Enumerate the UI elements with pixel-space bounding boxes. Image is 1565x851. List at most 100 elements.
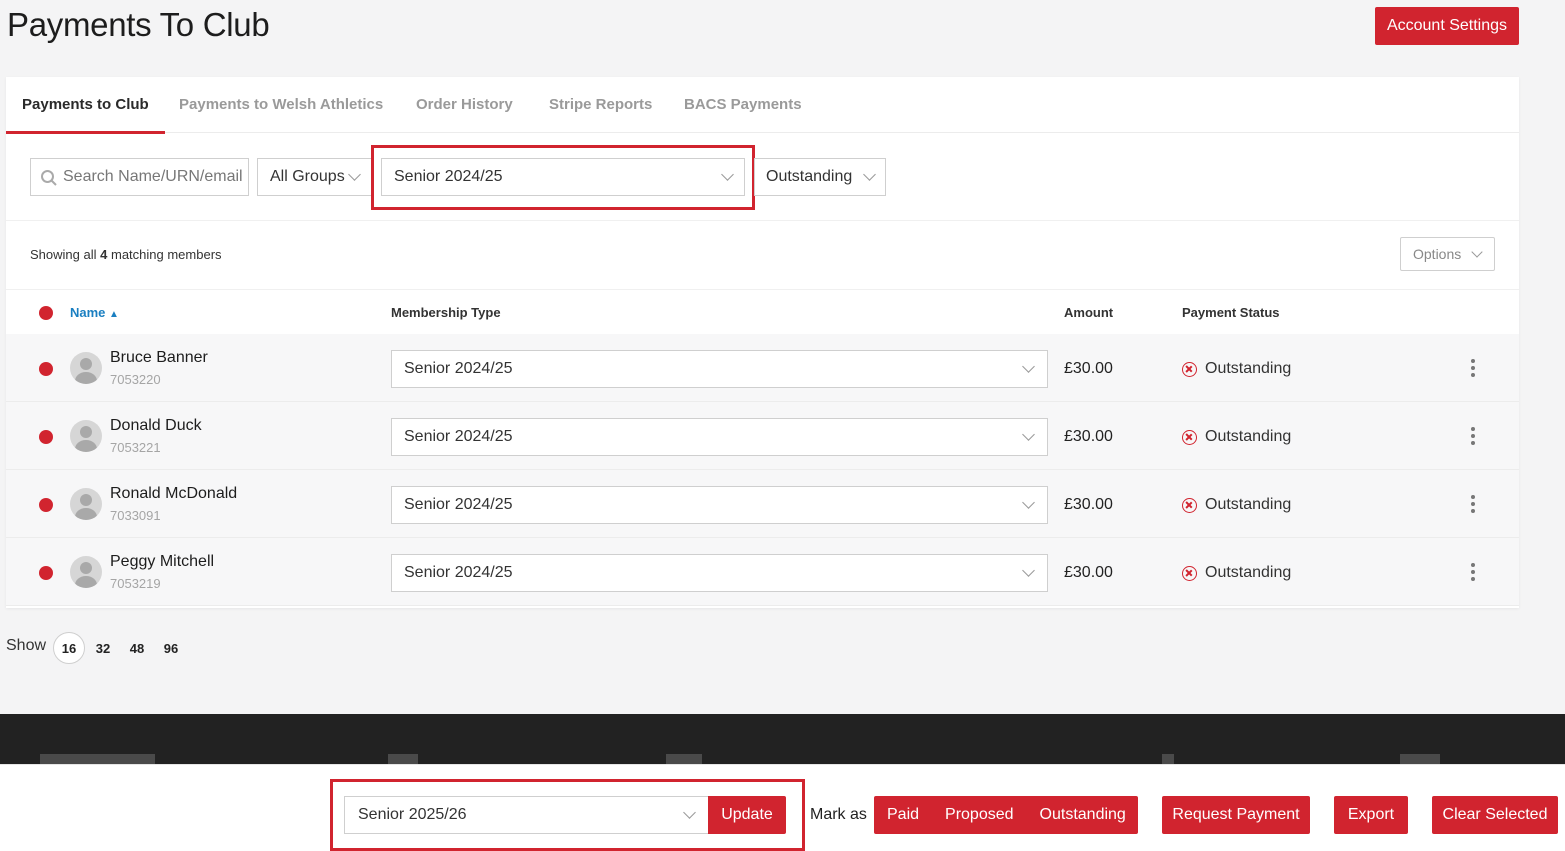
mark-paid-button[interactable]: Paid xyxy=(874,796,932,834)
outstanding-icon xyxy=(1182,429,1197,445)
status-select[interactable]: Outstanding xyxy=(754,158,886,196)
payment-status: Outstanding xyxy=(1182,564,1291,582)
chevron-down-icon xyxy=(1022,564,1035,577)
chevron-down-icon xyxy=(1022,360,1035,373)
payment-status: Outstanding xyxy=(1182,496,1291,514)
chevron-down-icon xyxy=(1022,428,1035,441)
payment-status-label: Outstanding xyxy=(1205,564,1292,581)
results-count: 4 xyxy=(100,247,108,262)
chevron-down-icon xyxy=(1471,246,1483,258)
groups-select[interactable]: All Groups xyxy=(257,158,372,196)
payment-status-label: Outstanding xyxy=(1205,496,1292,513)
results-summary: Showing all 4 matching members xyxy=(30,247,222,262)
filter-bar: Search Name/URN/email All Groups Senior … xyxy=(6,134,1519,221)
row-menu-icon[interactable] xyxy=(1469,563,1477,581)
mark-proposed-button[interactable]: Proposed xyxy=(932,796,1027,834)
member-urn: 7053220 xyxy=(110,372,161,387)
search-placeholder: Search Name/URN/email xyxy=(63,168,243,185)
table-row: Ronald McDonald 7033091 Senior 2024/25 £… xyxy=(6,470,1519,538)
clear-selected-button[interactable]: Clear Selected xyxy=(1432,796,1558,834)
search-input[interactable]: Search Name/URN/email xyxy=(30,158,249,196)
membership-type-column-header: Membership Type xyxy=(391,305,501,320)
options-button[interactable]: Options xyxy=(1400,237,1495,271)
row-select-indicator[interactable] xyxy=(39,498,53,512)
table-row: Peggy Mitchell 7053219 Senior 2024/25 £3… xyxy=(6,538,1519,606)
member-name[interactable]: Ronald McDonald xyxy=(110,485,237,503)
chevron-down-icon xyxy=(348,168,361,181)
chevron-down-icon xyxy=(683,806,696,819)
tab-bacs-payments[interactable]: BACS Payments xyxy=(684,77,802,133)
payment-status-column-header: Payment Status xyxy=(1182,305,1280,320)
status-select-value: Outstanding xyxy=(766,168,853,185)
chevron-down-icon xyxy=(1022,496,1035,509)
name-column-label: Name xyxy=(70,305,106,320)
row-menu-icon[interactable] xyxy=(1469,495,1477,513)
member-urn: 7033091 xyxy=(110,508,161,523)
page-size-option-16[interactable]: 16 xyxy=(53,632,85,664)
membership-type-value: Senior 2024/25 xyxy=(404,496,513,513)
bulk-membership-value: Senior 2025/26 xyxy=(358,806,467,823)
page-size-option-48[interactable]: 48 xyxy=(121,632,153,664)
update-button[interactable]: Update xyxy=(708,796,786,834)
account-settings-button[interactable]: Account Settings xyxy=(1375,7,1519,45)
member-urn: 7053221 xyxy=(110,440,161,455)
chevron-down-icon xyxy=(721,168,734,181)
avatar xyxy=(70,488,102,520)
row-select-indicator[interactable] xyxy=(39,566,53,580)
tab-payments-to-welsh-athletics[interactable]: Payments to Welsh Athletics xyxy=(179,77,383,133)
table-row: Bruce Banner 7053220 Senior 2024/25 £30.… xyxy=(6,334,1519,402)
member-name[interactable]: Peggy Mitchell xyxy=(110,553,214,571)
mark-as-label: Mark as xyxy=(810,806,867,823)
row-menu-icon[interactable] xyxy=(1469,359,1477,377)
outstanding-icon xyxy=(1182,361,1197,377)
outstanding-icon xyxy=(1182,497,1197,513)
tab-order-history[interactable]: Order History xyxy=(416,77,513,133)
row-select-indicator[interactable] xyxy=(39,430,53,444)
payments-card: Payments to Club Payments to Welsh Athle… xyxy=(6,77,1519,608)
bulk-membership-select[interactable]: Senior 2025/26 xyxy=(344,796,709,834)
amount: £30.00 xyxy=(1064,428,1113,445)
outstanding-icon xyxy=(1182,565,1197,581)
page-size-option-96[interactable]: 96 xyxy=(155,632,187,664)
tab-bar: Payments to Club Payments to Welsh Athle… xyxy=(6,77,1519,134)
table-header: Name ▲ Membership Type Amount Payment St… xyxy=(6,289,1519,334)
member-name[interactable]: Donald Duck xyxy=(110,417,202,435)
row-select-indicator[interactable] xyxy=(39,362,53,376)
amount: £30.00 xyxy=(1064,360,1113,377)
mark-outstanding-button[interactable]: Outstanding xyxy=(1027,796,1139,834)
member-urn: 7053219 xyxy=(110,576,161,591)
page-title: Payments To Club xyxy=(7,6,270,43)
payment-status-label: Outstanding xyxy=(1205,428,1292,445)
results-summary-suffix: matching members xyxy=(110,247,222,262)
member-name[interactable]: Bruce Banner xyxy=(110,349,208,367)
search-icon xyxy=(41,170,57,186)
request-payment-button[interactable]: Request Payment xyxy=(1162,796,1310,834)
select-all-indicator[interactable] xyxy=(39,306,53,320)
sort-ascending-icon: ▲ xyxy=(109,309,119,320)
membership-type-select[interactable]: Senior 2024/25 xyxy=(391,486,1048,524)
tab-payments-to-club[interactable]: Payments to Club xyxy=(6,77,165,134)
table-row: Donald Duck 7053221 Senior 2024/25 £30.0… xyxy=(6,402,1519,470)
chevron-down-icon xyxy=(863,168,876,181)
season-select[interactable]: Senior 2024/25 xyxy=(381,158,745,196)
groups-select-value: All Groups xyxy=(270,168,345,185)
membership-type-select[interactable]: Senior 2024/25 xyxy=(391,418,1048,456)
amount: £30.00 xyxy=(1064,496,1113,513)
options-label: Options xyxy=(1413,246,1462,262)
payment-status: Outstanding xyxy=(1182,428,1291,446)
membership-type-value: Senior 2024/25 xyxy=(404,360,513,377)
membership-type-select[interactable]: Senior 2024/25 xyxy=(391,350,1048,388)
name-column-header[interactable]: Name ▲ xyxy=(70,305,119,320)
export-button[interactable]: Export xyxy=(1334,796,1408,834)
results-summary-prefix: Showing all xyxy=(30,247,97,262)
payment-status: Outstanding xyxy=(1182,360,1291,378)
amount: £30.00 xyxy=(1064,564,1113,581)
tab-stripe-reports[interactable]: Stripe Reports xyxy=(549,77,652,133)
membership-type-select[interactable]: Senior 2024/25 xyxy=(391,554,1048,592)
season-select-value: Senior 2024/25 xyxy=(394,168,503,185)
amount-column-header: Amount xyxy=(1064,305,1114,320)
row-menu-icon[interactable] xyxy=(1469,427,1477,445)
page-size-option-32[interactable]: 32 xyxy=(87,632,119,664)
page-size-label: Show xyxy=(6,637,47,654)
membership-type-value: Senior 2024/25 xyxy=(404,428,513,445)
